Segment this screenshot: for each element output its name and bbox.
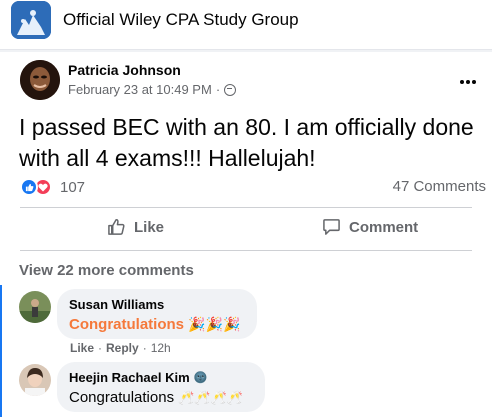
more-dots-icon bbox=[460, 80, 476, 84]
group-logo-icon bbox=[11, 1, 51, 39]
group-name[interactable]: Official Wiley CPA Study Group bbox=[63, 10, 299, 30]
post-text: I passed BEC with an 80. I am officially… bbox=[19, 114, 474, 171]
author-photo bbox=[20, 60, 60, 100]
post-meta: February 23 at 10:49 PM · bbox=[68, 82, 237, 97]
comment-actions: Like · Reply · 12h bbox=[70, 341, 171, 355]
author-avatar[interactable] bbox=[20, 60, 60, 100]
reaction-count: 107 bbox=[60, 178, 86, 196]
group-header: Official Wiley CPA Study Group bbox=[0, 0, 492, 50]
commenter-photo bbox=[19, 291, 51, 323]
comment-text: Congratulations 🎉🎉🎉 bbox=[69, 316, 245, 333]
like-button[interactable]: Like bbox=[107, 218, 164, 236]
commenter-name[interactable]: Susan Williams bbox=[69, 297, 245, 312]
commenter-avatar[interactable] bbox=[19, 364, 51, 396]
comment-thread-highlight bbox=[0, 285, 2, 417]
comment-text-main: Congratulations bbox=[69, 389, 175, 406]
comment-text-main: Congratulations bbox=[69, 316, 184, 333]
clinking-glasses-emoji: 🥂🥂🥂🥂 bbox=[178, 390, 243, 405]
comment-like-link[interactable]: Like bbox=[70, 341, 94, 355]
commenter-avatar[interactable] bbox=[19, 291, 51, 323]
comment-reply-link[interactable]: Reply bbox=[106, 341, 139, 355]
commenter-photo bbox=[19, 364, 51, 396]
comment-bubble-icon bbox=[323, 219, 340, 235]
comment-bubble: Heejin Rachael Kim 🌚 Congratulations 🥂🥂🥂… bbox=[57, 362, 265, 412]
commenter-name-row: Heejin Rachael Kim 🌚 bbox=[69, 370, 253, 385]
post-author-name[interactable]: Patricia Johnson bbox=[68, 62, 181, 78]
commenter-name[interactable]: Heejin Rachael Kim bbox=[69, 370, 190, 385]
like-reaction-icon bbox=[20, 178, 38, 196]
more-options-button[interactable] bbox=[459, 68, 477, 91]
meta-separator: · bbox=[215, 82, 221, 97]
divider-bottom bbox=[20, 250, 472, 251]
comment-actions-separator-2: · bbox=[142, 341, 147, 355]
comment-text: Congratulations 🥂🥂🥂🥂 bbox=[69, 389, 253, 406]
comment-button-label: Comment bbox=[349, 218, 419, 236]
commenter-badge-emoji: 🌚 bbox=[193, 372, 208, 384]
post-timestamp[interactable]: February 23 at 10:49 PM bbox=[68, 82, 212, 97]
comment-time[interactable]: 12h bbox=[151, 341, 171, 355]
group-logo[interactable] bbox=[11, 1, 51, 39]
reactions-summary[interactable]: 107 bbox=[20, 178, 85, 196]
comment-actions-separator: · bbox=[98, 341, 103, 355]
comment-button[interactable]: Comment bbox=[322, 218, 418, 236]
view-more-comments-link[interactable]: View 22 more comments bbox=[19, 262, 194, 279]
party-popper-emoji: 🎉🎉🎉 bbox=[188, 316, 241, 332]
thumbs-up-icon bbox=[108, 219, 125, 235]
privacy-globe-icon[interactable] bbox=[224, 83, 237, 96]
like-button-label: Like bbox=[134, 218, 165, 236]
comments-count-link[interactable]: 47 Comments bbox=[393, 178, 486, 195]
divider-top bbox=[20, 207, 472, 208]
comment-bubble: Susan Williams Congratulations 🎉🎉🎉 bbox=[57, 289, 257, 339]
